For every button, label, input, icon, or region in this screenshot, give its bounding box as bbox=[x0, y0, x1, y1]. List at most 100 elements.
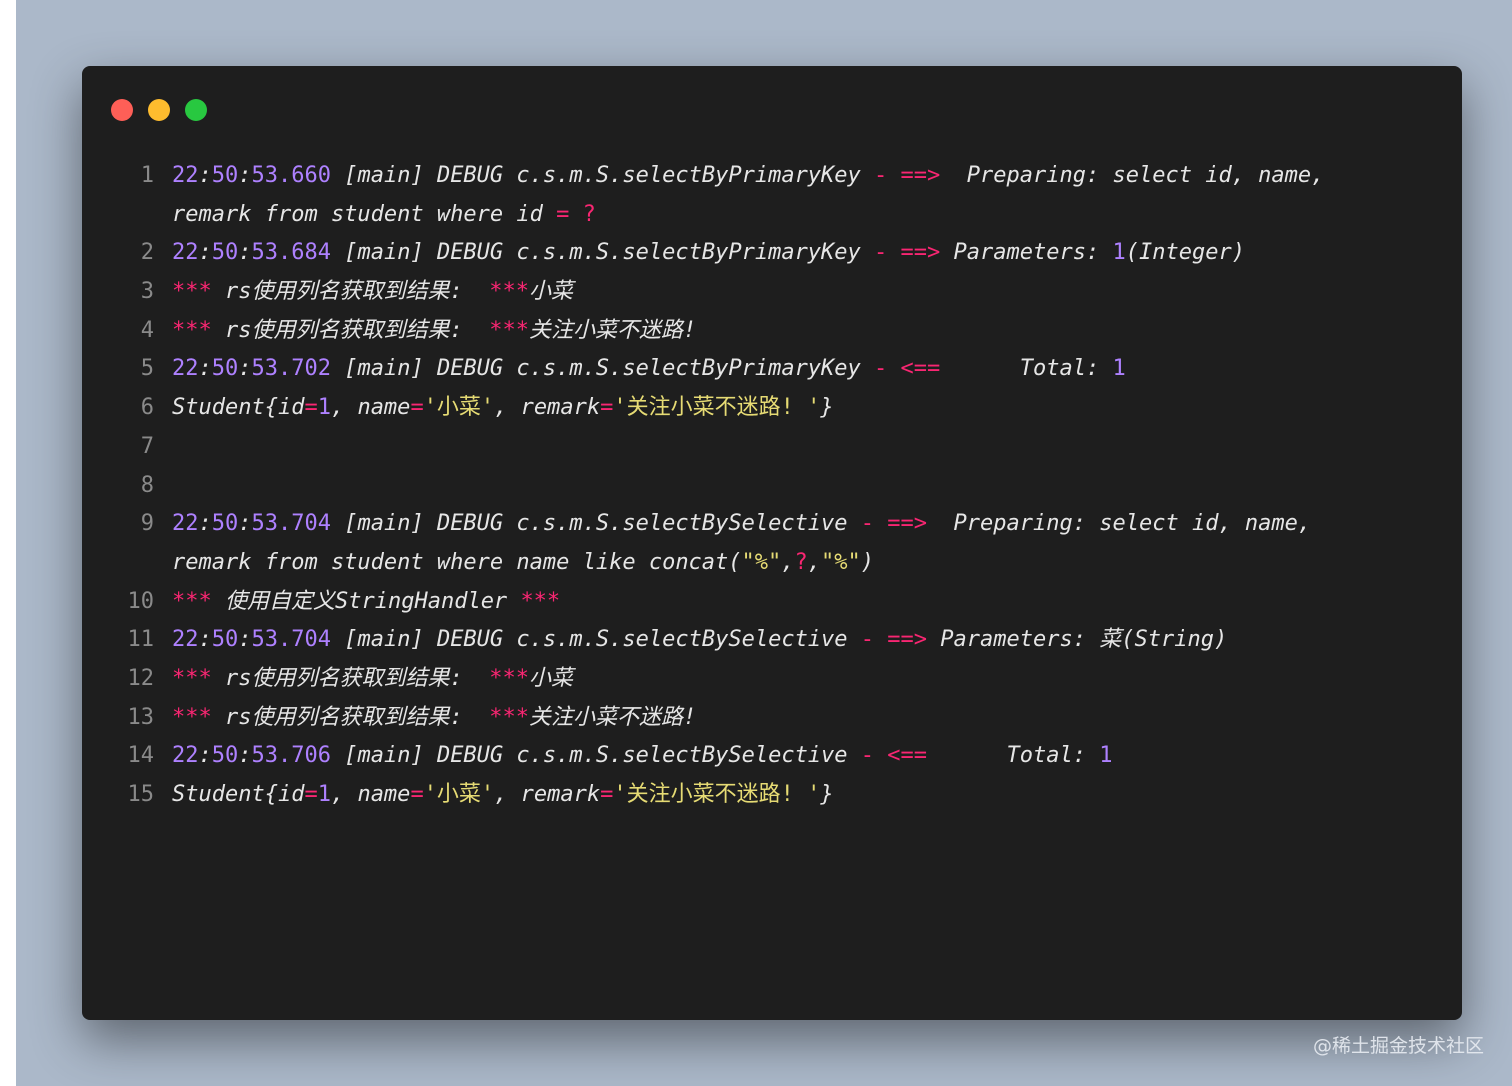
line-text: 22:50:53.702 [main] DEBUG c.s.m.S.select… bbox=[172, 350, 1126, 389]
code-line: 15 Student{id=1, name='小菜', remark='关注小菜不… bbox=[82, 776, 1462, 815]
line-text: Student{id=1, name='小菜', remark='关注小菜不迷路… bbox=[172, 389, 834, 428]
token: , name bbox=[330, 395, 411, 421]
line-number: 4 bbox=[140, 317, 154, 343]
token: (Integer) bbox=[1125, 240, 1245, 266]
line-number: 5 bbox=[140, 356, 154, 382]
maximize-window-button[interactable] bbox=[185, 99, 207, 121]
code-line: 4 *** rs使用列名获取到结果: ***关注小菜不迷路! bbox=[82, 312, 1462, 351]
line-number: 13 bbox=[127, 704, 155, 730]
token: 1 bbox=[317, 395, 331, 421]
token: 53.704 bbox=[251, 627, 331, 653]
token: "%" bbox=[821, 549, 861, 575]
token: Parameters: bbox=[940, 240, 1113, 266]
token: 22 bbox=[172, 163, 199, 188]
token: '小菜' bbox=[423, 395, 495, 421]
token: 1 bbox=[317, 782, 331, 807]
token: 1 bbox=[1112, 240, 1126, 266]
token: : bbox=[238, 511, 252, 537]
line-text: 22:50:53.660 [main] DEBUG c.s.m.S.select… bbox=[172, 157, 1324, 196]
line-number: 6 bbox=[140, 395, 154, 421]
code-line: 12 *** rs使用列名获取到结果: ***小菜 bbox=[82, 660, 1462, 699]
token: *** bbox=[172, 588, 212, 614]
token: [main] DEBUG c.s.m.S.selectByPrimaryKey bbox=[330, 240, 875, 266]
token: , name bbox=[330, 782, 411, 807]
token: : bbox=[238, 240, 252, 266]
line-text: 22:50:53.704 [main] DEBUG c.s.m.S.select… bbox=[172, 505, 1311, 544]
token: 50 bbox=[211, 356, 239, 382]
token: = bbox=[600, 395, 614, 421]
token: : bbox=[198, 627, 212, 653]
token: : bbox=[238, 743, 252, 769]
line-number: 12 bbox=[127, 665, 155, 691]
token: Total: bbox=[927, 743, 1100, 769]
token: 53.702 bbox=[251, 356, 331, 382]
token: : bbox=[198, 511, 212, 537]
token: ==> bbox=[887, 627, 928, 653]
token: = bbox=[304, 395, 318, 421]
token: 1 bbox=[1099, 743, 1113, 769]
token: 53.706 bbox=[251, 743, 331, 769]
token: [main] DEBUG c.s.m.S.selectBySelective bbox=[330, 743, 861, 769]
token: : bbox=[198, 743, 212, 769]
token: ==> bbox=[900, 163, 941, 188]
code-line: 8 bbox=[82, 467, 1462, 506]
token: : bbox=[198, 163, 212, 188]
token: 53.660 bbox=[251, 163, 331, 188]
token: - bbox=[860, 743, 875, 769]
line-text: *** 使用自定义StringHandler *** bbox=[172, 583, 560, 622]
token: = bbox=[410, 395, 424, 421]
token: 小菜 bbox=[528, 279, 573, 305]
code-block[interactable]: 1 22:50:53.660 [main] DEBUG c.s.m.S.selec… bbox=[82, 157, 1462, 815]
token: rs使用列名获取到结果: bbox=[211, 665, 490, 691]
line-number: 7 bbox=[140, 433, 154, 459]
token: [main] DEBUG c.s.m.S.selectBySelective bbox=[330, 511, 861, 537]
token: - bbox=[874, 240, 888, 266]
token: *** bbox=[489, 665, 529, 691]
code-line: 3 *** rs使用列名获取到结果: ***小菜 bbox=[82, 273, 1462, 312]
token: 53.684 bbox=[251, 240, 331, 266]
token: Preparing: select id, name, bbox=[927, 511, 1312, 537]
close-window-button[interactable] bbox=[111, 99, 133, 121]
line-number: 14 bbox=[127, 743, 155, 769]
token: 50 bbox=[211, 511, 239, 537]
line-number: 9 bbox=[140, 511, 154, 537]
line-number: 15 bbox=[127, 782, 155, 807]
token: *** bbox=[172, 317, 212, 343]
token: 22 bbox=[172, 240, 199, 266]
token: : bbox=[238, 627, 252, 653]
token: , bbox=[807, 549, 822, 575]
token: - bbox=[874, 163, 888, 188]
token: '关注小菜不迷路! ' bbox=[613, 395, 821, 421]
line-number: 10 bbox=[127, 588, 155, 614]
token: ? bbox=[582, 201, 596, 227]
token: - bbox=[874, 356, 888, 382]
token: 22 bbox=[172, 356, 199, 382]
token: , remark bbox=[494, 782, 601, 807]
token: 1 bbox=[1112, 356, 1126, 382]
line-text: 22:50:53.706 [main] DEBUG c.s.m.S.select… bbox=[172, 737, 1112, 776]
token: Total: bbox=[940, 356, 1113, 382]
token: } bbox=[820, 395, 834, 421]
token: 50 bbox=[211, 627, 239, 653]
token: *** bbox=[489, 317, 529, 343]
code-line: remark from student where id = ? bbox=[82, 196, 1462, 235]
token: : bbox=[238, 356, 252, 382]
minimize-window-button[interactable] bbox=[148, 99, 170, 121]
token: = bbox=[556, 201, 570, 227]
token: 使用自定义StringHandler bbox=[211, 588, 521, 614]
token: = bbox=[304, 782, 318, 807]
token: : bbox=[198, 356, 212, 382]
token: 22 bbox=[172, 743, 199, 769]
token: } bbox=[820, 782, 834, 807]
token: 22 bbox=[172, 627, 199, 653]
token: 50 bbox=[211, 240, 239, 266]
token: [main] DEBUG c.s.m.S.selectByPrimaryKey bbox=[330, 163, 875, 188]
token: 小菜 bbox=[528, 665, 573, 691]
token: "%" bbox=[741, 549, 782, 575]
